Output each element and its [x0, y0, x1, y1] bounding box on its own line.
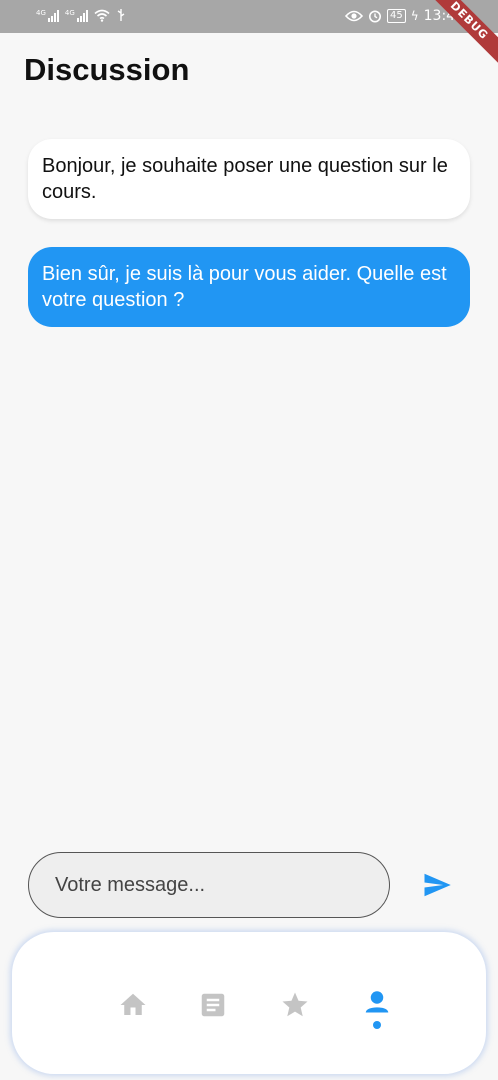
message-composer — [28, 852, 470, 918]
alarm-icon — [368, 10, 381, 23]
status-left: 4G 4G — [36, 8, 126, 22]
network-type-label: 4G — [36, 9, 46, 17]
charging-icon: ϟ — [410, 9, 419, 23]
bottom-nav — [12, 932, 486, 1074]
debug-banner: DEBUG — [428, 0, 498, 70]
cell-signal-icon-2: 4G — [65, 10, 88, 22]
bot-message-text: Bien sûr, je suis là pour vous aider. Qu… — [42, 263, 447, 311]
page-title: Discussion — [24, 52, 190, 87]
cell-signal-icon: 4G — [36, 10, 59, 22]
debug-banner-label: DEBUG — [428, 0, 498, 67]
eye-icon — [344, 10, 363, 22]
document-icon[interactable] — [198, 990, 228, 1020]
wifi-icon — [94, 9, 110, 22]
home-icon[interactable] — [118, 990, 148, 1020]
bot-message-bubble: Bien sûr, je suis là pour vous aider. Qu… — [28, 247, 470, 327]
status-bar: 4G 4G 45 ϟ 13:41 — [0, 0, 498, 33]
user-message-bubble: Bonjour, je souhaite poser une question … — [28, 139, 470, 219]
battery-indicator: 45 — [386, 9, 406, 23]
usb-icon — [117, 9, 125, 21]
star-icon[interactable] — [280, 990, 310, 1020]
person-icon[interactable] — [362, 988, 392, 1032]
message-input[interactable] — [28, 852, 390, 918]
user-message-text: Bonjour, je souhaite poser une question … — [42, 155, 448, 203]
network-type-label-2: 4G — [64, 9, 75, 17]
send-icon[interactable] — [420, 870, 454, 900]
